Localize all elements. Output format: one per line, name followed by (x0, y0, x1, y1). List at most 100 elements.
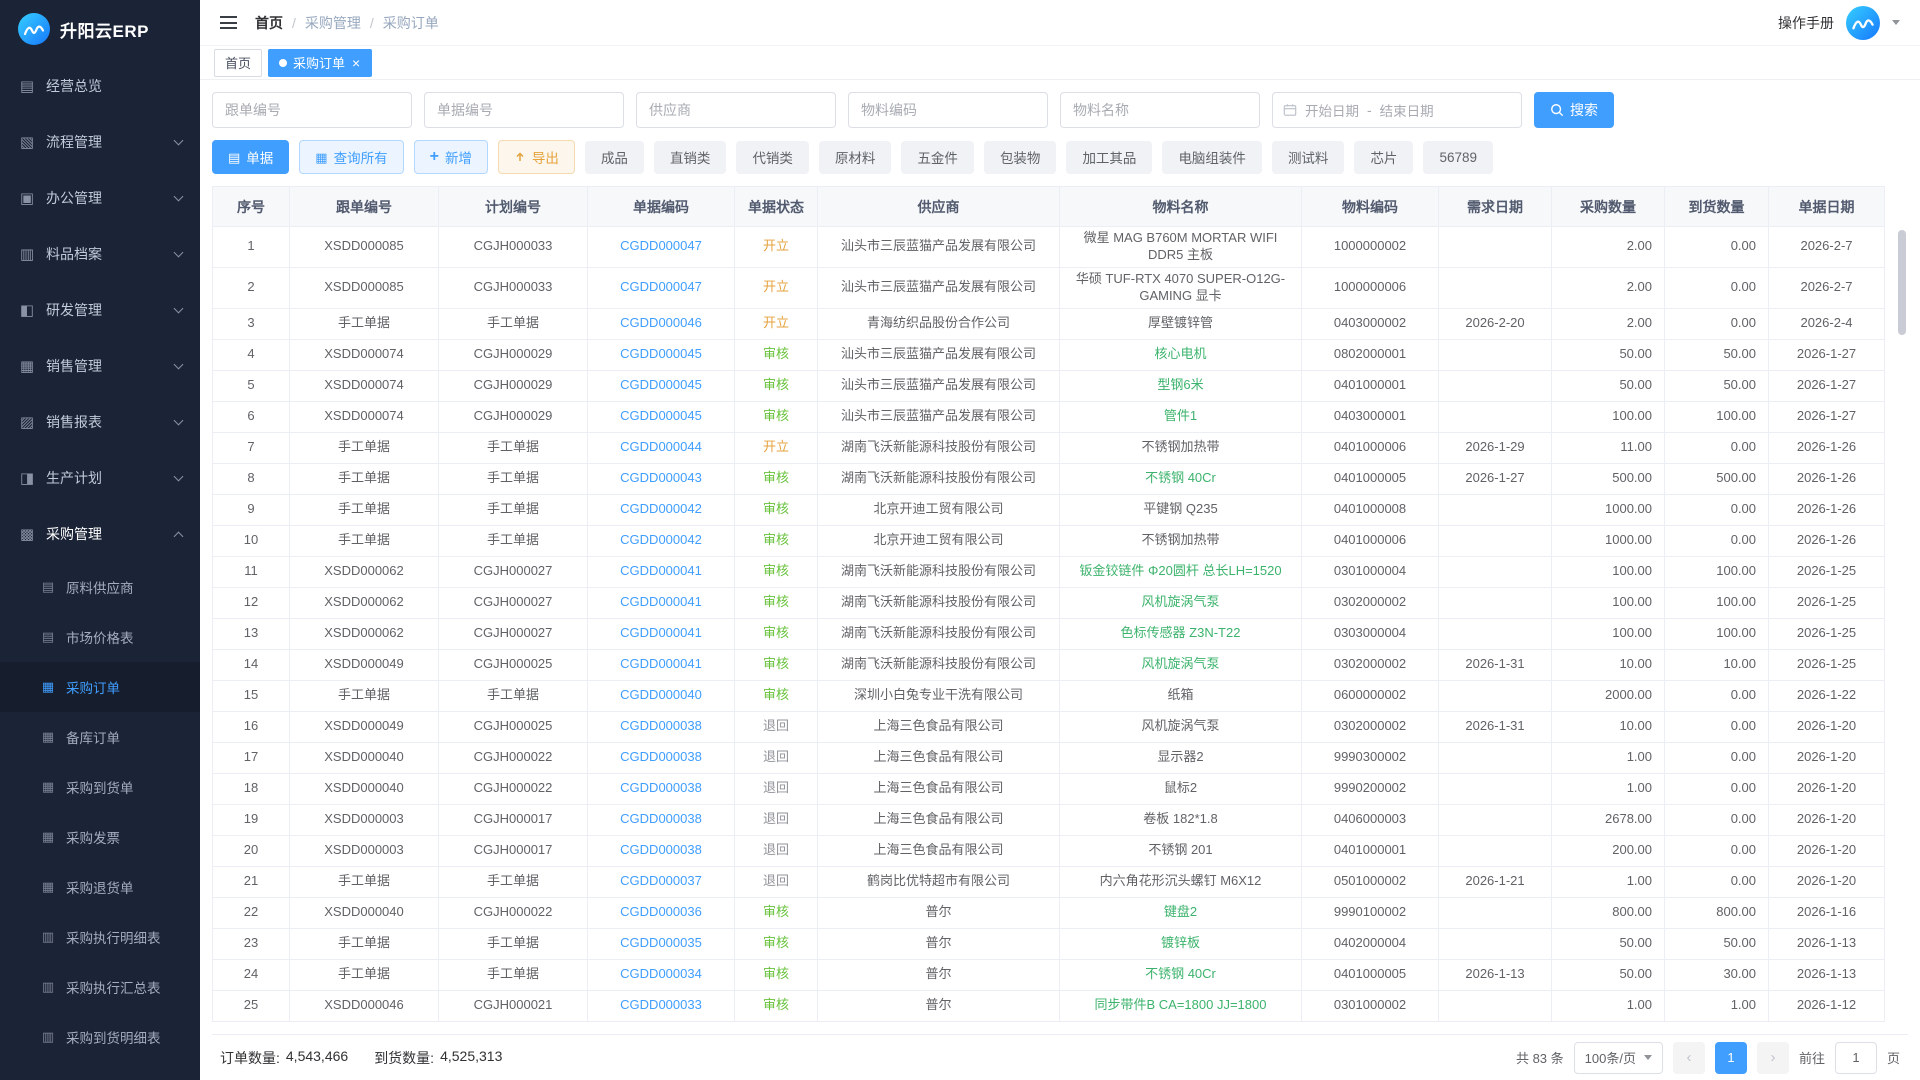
doc-code-link[interactable]: CGDD000045 (588, 370, 735, 401)
doc-code-link[interactable]: CGDD000038 (588, 804, 735, 835)
sidebar-item-purchase-order[interactable]: ▦采购订单 (0, 662, 200, 712)
doc-code-link[interactable]: CGDD000047 (588, 267, 735, 308)
doc-code-link[interactable]: CGDD000036 (588, 897, 735, 928)
doc-code-link[interactable]: CGDD000045 (588, 401, 735, 432)
doc-code-link[interactable]: CGDD000042 (588, 525, 735, 556)
category-chip[interactable]: 56789 (1423, 141, 1493, 174)
tab-purchase-order[interactable]: 采购订单 × (268, 49, 372, 77)
doc-code-link[interactable]: CGDD000040 (588, 680, 735, 711)
table-row[interactable]: 6XSDD000074CGJH000029CGDD000045审核汕头市三辰蓝猫… (213, 401, 1885, 432)
tab-home[interactable]: 首页 (214, 49, 262, 77)
table-row[interactable]: 5XSDD000074CGJH000029CGDD000045审核汕头市三辰蓝猫… (213, 370, 1885, 401)
category-chip[interactable]: 测试料 (1272, 141, 1345, 174)
export-button[interactable]: 导出 (498, 140, 575, 174)
category-chip[interactable]: 芯片 (1354, 141, 1413, 174)
sidebar-item-process[interactable]: ▧流程管理 (0, 114, 200, 170)
close-tab-icon[interactable]: × (351, 56, 361, 70)
breadcrumb-purchase-mgmt[interactable]: 采购管理 (305, 13, 361, 33)
date-range-picker[interactable]: 开始日期 - 结束日期 (1272, 92, 1522, 128)
category-chip[interactable]: 包装物 (984, 141, 1057, 174)
doc-code-link[interactable]: CGDD000038 (588, 835, 735, 866)
table-row[interactable]: 18XSDD000040CGJH000022CGDD000038退回上海三色食品… (213, 773, 1885, 804)
table-row[interactable]: 22XSDD000040CGJH000022CGDD000036审核普尔键盘29… (213, 897, 1885, 928)
sidebar-item-stock-order[interactable]: ▦备库订单 (0, 712, 200, 762)
add-button[interactable]: + 新增 (414, 140, 488, 174)
doc-code-link[interactable]: CGDD000043 (588, 463, 735, 494)
table-row[interactable]: 15手工单据手工单据CGDD000040审核深圳小白兔专业干洗有限公司纸箱060… (213, 680, 1885, 711)
sidebar-item-arrival-detail[interactable]: ▥采购到货明细表 (0, 1012, 200, 1062)
user-avatar[interactable] (1846, 6, 1880, 40)
sidebar-item-rd[interactable]: ◧研发管理 (0, 282, 200, 338)
doc-code-link[interactable]: CGDD000041 (588, 556, 735, 587)
category-chip[interactable]: 代销类 (736, 141, 809, 174)
collapse-sidebar-icon[interactable] (220, 16, 237, 29)
table-row[interactable]: 17XSDD000040CGJH000022CGDD000038退回上海三色食品… (213, 742, 1885, 773)
table-row[interactable]: 14XSDD000049CGJH000025CGDD000041审核湖南飞沃新能… (213, 649, 1885, 680)
doc-code-link[interactable]: CGDD000042 (588, 494, 735, 525)
doc-code-link[interactable]: CGDD000038 (588, 773, 735, 804)
category-chip[interactable]: 原材料 (819, 141, 892, 174)
table-row[interactable]: 13XSDD000062CGJH000027CGDD000041审核湖南飞沃新能… (213, 618, 1885, 649)
sidebar-item-purchase-invoice[interactable]: ▦采购发票 (0, 812, 200, 862)
category-chip[interactable]: 成品 (585, 141, 644, 174)
doc-code-link[interactable]: CGDD000037 (588, 866, 735, 897)
material-code-input[interactable] (848, 92, 1048, 128)
table-row[interactable]: 8手工单据手工单据CGDD000043审核湖南飞沃新能源科技股份有限公司不锈钢 … (213, 463, 1885, 494)
sidebar-item-exec-summary[interactable]: ▥采购执行汇总表 (0, 962, 200, 1012)
doc-code-link[interactable]: CGDD000041 (588, 587, 735, 618)
goto-page-input[interactable] (1835, 1042, 1877, 1074)
category-chip[interactable]: 直销类 (654, 141, 727, 174)
doc-code-link[interactable]: CGDD000046 (588, 308, 735, 339)
sidebar-item-materials[interactable]: ▥料品档案 (0, 226, 200, 282)
sidebar-item-purchase[interactable]: ▩采购管理 (0, 506, 200, 562)
category-chip[interactable]: 电脑组装件 (1162, 141, 1262, 174)
sidebar-item-sales[interactable]: ▦销售管理 (0, 338, 200, 394)
sidebar-item-office[interactable]: ▣办公管理 (0, 170, 200, 226)
query-all-button[interactable]: ▦ 查询所有 (299, 140, 403, 174)
table-row[interactable]: 9手工单据手工单据CGDD000042审核北京开迪工贸有限公司平键钢 Q2350… (213, 494, 1885, 525)
tracking-no-input[interactable] (212, 92, 412, 128)
sidebar-item-production[interactable]: ◨生产计划 (0, 450, 200, 506)
doc-code-link[interactable]: CGDD000047 (588, 227, 735, 268)
sidebar-item-purchase-arrival[interactable]: ▦采购到货单 (0, 762, 200, 812)
document-button[interactable]: ▤ 单据 (212, 140, 289, 174)
table-row[interactable]: 21手工单据手工单据CGDD000037退回鹤岗比优特超市有限公司内六角花形沉头… (213, 866, 1885, 897)
doc-code-link[interactable]: CGDD000038 (588, 742, 735, 773)
sidebar-item-purchase-return[interactable]: ▦采购退货单 (0, 862, 200, 912)
doc-code-link[interactable]: CGDD000041 (588, 649, 735, 680)
doc-code-link[interactable]: CGDD000035 (588, 928, 735, 959)
table-row[interactable]: 2XSDD000085CGJH000033CGDD000047开立汕头市三辰蓝猫… (213, 267, 1885, 308)
table-row[interactable]: 3手工单据手工单据CGDD000046开立青海纺织品股份合作公司厚壁镀锌管040… (213, 308, 1885, 339)
sidebar-item-exec-detail[interactable]: ▥采购执行明细表 (0, 912, 200, 962)
table-row[interactable]: 11XSDD000062CGJH000027CGDD000041审核湖南飞沃新能… (213, 556, 1885, 587)
table-row[interactable]: 20XSDD000003CGJH000017CGDD000038退回上海三色食品… (213, 835, 1885, 866)
page-size-select[interactable]: 100条/页 (1574, 1042, 1663, 1074)
sidebar-item-market-price[interactable]: ▤市场价格表 (0, 612, 200, 662)
table-row[interactable]: 12XSDD000062CGJH000027CGDD000041审核湖南飞沃新能… (213, 587, 1885, 618)
doc-code-link[interactable]: CGDD000038 (588, 711, 735, 742)
doc-code-link[interactable]: CGDD000041 (588, 618, 735, 649)
category-chip[interactable]: 加工其品 (1066, 141, 1152, 174)
table-row[interactable]: 1XSDD000085CGJH000033CGDD000047开立汕头市三辰蓝猫… (213, 227, 1885, 268)
table-row[interactable]: 19XSDD000003CGJH000017CGDD000038退回上海三色食品… (213, 804, 1885, 835)
table-row[interactable]: 16XSDD000049CGJH000025CGDD000038退回上海三色食品… (213, 711, 1885, 742)
doc-no-input[interactable] (424, 92, 624, 128)
doc-code-link[interactable]: CGDD000045 (588, 339, 735, 370)
scrollbar-thumb[interactable] (1898, 230, 1906, 335)
table-row[interactable]: 23手工单据手工单据CGDD000035审核普尔镀锌板040200000450.… (213, 928, 1885, 959)
table-row[interactable]: 24手工单据手工单据CGDD000034审核普尔不锈钢 40Cr04010000… (213, 959, 1885, 990)
next-page-button[interactable]: › (1757, 1042, 1789, 1074)
user-menu-caret-icon[interactable] (1892, 20, 1900, 25)
table-row[interactable]: 4XSDD000074CGJH000029CGDD000045审核汕头市三辰蓝猫… (213, 339, 1885, 370)
table-row[interactable]: 25XSDD000046CGJH000021CGDD000033审核普尔同步带件… (213, 990, 1885, 1021)
material-name-input[interactable] (1060, 92, 1260, 128)
category-chip[interactable]: 五金件 (901, 141, 974, 174)
doc-code-link[interactable]: CGDD000034 (588, 959, 735, 990)
breadcrumb-home[interactable]: 首页 (255, 13, 283, 33)
prev-page-button[interactable]: ‹ (1673, 1042, 1705, 1074)
table-row[interactable]: 10手工单据手工单据CGDD000042审核北京开迪工贸有限公司不锈钢加热带04… (213, 525, 1885, 556)
table-row[interactable]: 7手工单据手工单据CGDD000044开立湖南飞沃新能源科技股份有限公司不锈钢加… (213, 432, 1885, 463)
doc-code-link[interactable]: CGDD000044 (588, 432, 735, 463)
operation-manual-link[interactable]: 操作手册 (1778, 13, 1834, 33)
sidebar-item-raw-supplier[interactable]: ▤原料供应商 (0, 562, 200, 612)
